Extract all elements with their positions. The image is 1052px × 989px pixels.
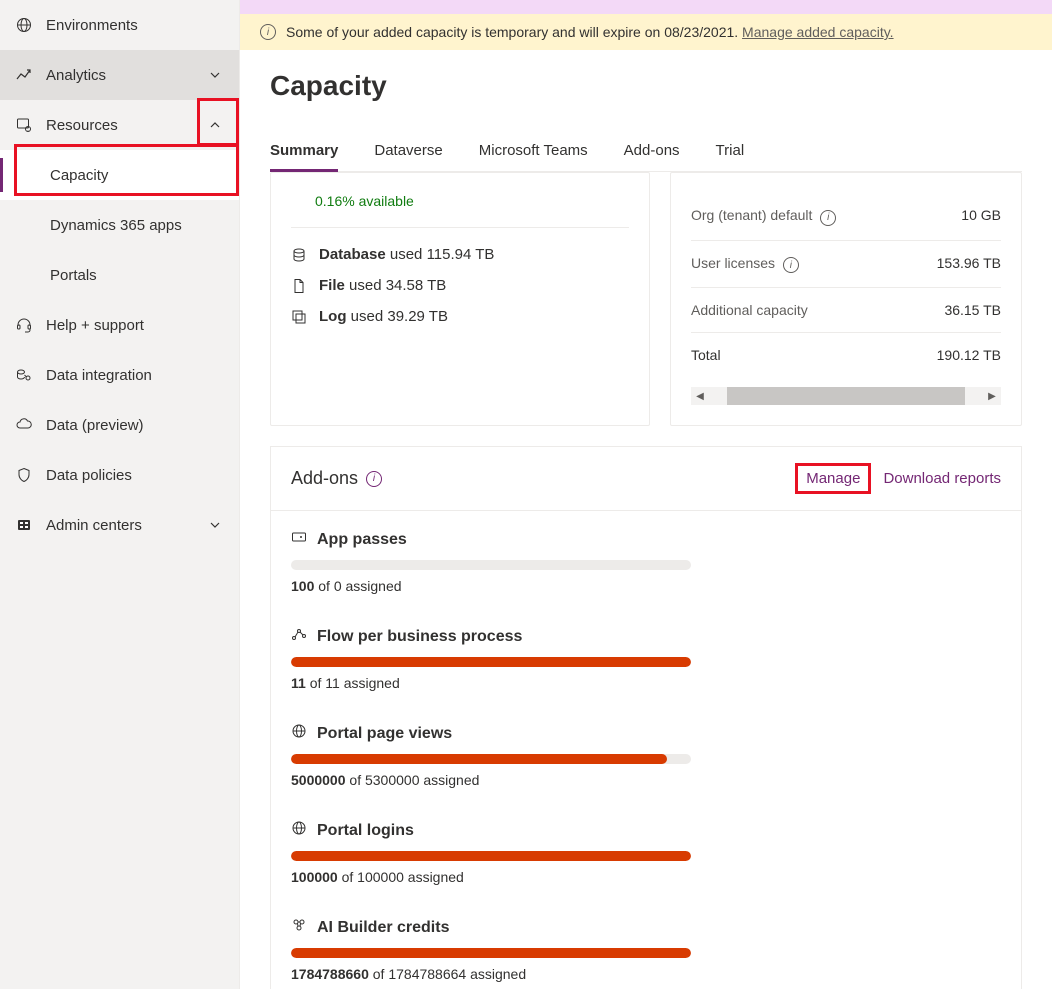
info-row-additional-capacity: Additional capacity 36.15 TB: [691, 288, 1001, 333]
addon-item: AI Builder credits 1784788660 of 17847886…: [271, 899, 1021, 989]
sidebar-label: Data integration: [46, 367, 223, 384]
page-title: Capacity: [270, 70, 1022, 102]
usage-row-log: Log used 39.29 TB: [291, 308, 629, 325]
addon-progress-bar: [291, 851, 691, 861]
info-row-org-default: Org (tenant) default i 10 GB: [691, 193, 1001, 241]
sidebar-label: Resources: [46, 117, 193, 134]
sidebar-sub-label: Capacity: [50, 167, 108, 184]
addon-progress-bar: [291, 560, 691, 570]
tab-microsoft-teams[interactable]: Microsoft Teams: [479, 132, 588, 171]
ai-icon: [291, 917, 307, 938]
sidebar-label: Environments: [46, 17, 223, 34]
addon-progress-bar: [291, 657, 691, 667]
info-icon[interactable]: i: [366, 471, 382, 487]
usage-row-file: File used 34.58 TB: [291, 277, 629, 294]
database-icon: [291, 247, 307, 263]
data-integration-icon: [16, 367, 32, 383]
banner-text: Some of your added capacity is temporary…: [286, 24, 894, 40]
banner-link[interactable]: Manage added capacity.: [742, 24, 894, 40]
analytics-icon: [16, 67, 32, 83]
tab-trial[interactable]: Trial: [716, 132, 745, 171]
tab-summary[interactable]: Summary: [270, 132, 338, 171]
tab-dataverse[interactable]: Dataverse: [374, 132, 442, 171]
sidebar-sub-label: Dynamics 365 apps: [50, 217, 182, 234]
sidebar-item-data-preview[interactable]: Data (preview): [0, 400, 239, 450]
addon-status: 11 of 11 assigned: [291, 675, 1001, 691]
highlight-box-manage: Manage: [795, 463, 871, 494]
chevron-down-icon: [207, 67, 223, 83]
sidebar-item-analytics[interactable]: Analytics: [0, 50, 239, 100]
addon-title: Portal logins: [291, 820, 1001, 841]
info-banner: i Some of your added capacity is tempora…: [240, 14, 1052, 50]
shield-icon: [16, 467, 32, 483]
tabs: Summary Dataverse Microsoft Teams Add-on…: [270, 132, 1022, 172]
chevron-up-icon: [207, 117, 223, 133]
scroll-left-arrow[interactable]: ◀: [691, 387, 709, 405]
addon-item: App passes 100 of 0 assigned: [271, 511, 1021, 608]
purple-banner-strip: [240, 0, 1052, 14]
chevron-down-icon: [207, 517, 223, 533]
sidebar-label: Data (preview): [46, 417, 223, 434]
sidebar-sub-label: Portals: [50, 267, 97, 284]
info-row-user-licenses: User licenses i 153.96 TB: [691, 241, 1001, 289]
usage-row-database: Database used 115.94 TB: [291, 246, 629, 263]
sidebar: Environments Analytics Resources Capacit…: [0, 0, 240, 989]
info-row-total: Total 190.12 TB: [691, 333, 1001, 377]
addon-progress-bar: [291, 754, 691, 764]
addon-progress-bar: [291, 948, 691, 958]
admin-icon: [16, 517, 32, 533]
addons-card: Add-ons i Manage Download reports App pa…: [270, 446, 1022, 989]
globe-icon: [291, 723, 307, 744]
manage-link[interactable]: Manage: [806, 470, 860, 487]
resources-icon: [16, 117, 32, 133]
main-content: i Some of your added capacity is tempora…: [240, 0, 1052, 989]
available-text: 0.16% available: [315, 193, 629, 209]
sidebar-item-data-policies[interactable]: Data policies: [0, 450, 239, 500]
sidebar-item-help[interactable]: Help + support: [0, 300, 239, 350]
addon-status: 100 of 0 assigned: [291, 578, 1001, 594]
addon-item: Portal logins 100000 of 100000 assigned: [271, 802, 1021, 899]
sidebar-item-data-integration[interactable]: Data integration: [0, 350, 239, 400]
addon-status: 1784788660 of 1784788664 assigned: [291, 966, 1001, 982]
sidebar-label: Admin centers: [46, 517, 193, 534]
info-icon: i: [260, 24, 276, 40]
capacity-sources-card: Org (tenant) default i 10 GB User licens…: [670, 172, 1022, 426]
sidebar-item-admin-centers[interactable]: Admin centers: [0, 500, 239, 550]
pass-icon: [291, 529, 307, 550]
info-icon[interactable]: i: [820, 210, 836, 226]
log-icon: [291, 309, 307, 325]
addon-item: Flow per business process 11 of 11 assign…: [271, 608, 1021, 705]
addon-status: 5000000 of 5300000 assigned: [291, 772, 1001, 788]
storage-usage-card: 0.16% available Database used 115.94 TB …: [270, 172, 650, 426]
addon-title: App passes: [291, 529, 1001, 550]
sidebar-label: Analytics: [46, 67, 193, 84]
cloud-icon: [16, 417, 32, 433]
info-icon[interactable]: i: [783, 257, 799, 273]
addons-title: Add-ons i: [291, 468, 382, 489]
sidebar-sub-portals[interactable]: Portals: [0, 250, 239, 300]
sidebar-sub-capacity[interactable]: Capacity: [0, 150, 239, 200]
headset-icon: [16, 317, 32, 333]
addon-title: AI Builder credits: [291, 917, 1001, 938]
sidebar-label: Help + support: [46, 317, 223, 334]
globe-icon: [291, 820, 307, 841]
scroll-right-arrow[interactable]: ▶: [983, 387, 1001, 405]
file-icon: [291, 278, 307, 294]
addon-title: Portal page views: [291, 723, 1001, 744]
globe-icon: [16, 17, 32, 33]
download-reports-link[interactable]: Download reports: [883, 470, 1001, 487]
addon-status: 100000 of 100000 assigned: [291, 869, 1001, 885]
addon-title: Flow per business process: [291, 626, 1001, 647]
sidebar-item-environments[interactable]: Environments: [0, 0, 239, 50]
flow-icon: [291, 626, 307, 647]
sidebar-item-resources[interactable]: Resources: [0, 100, 239, 150]
tab-add-ons[interactable]: Add-ons: [624, 132, 680, 171]
horizontal-scrollbar[interactable]: ◀ ▶: [691, 387, 1001, 405]
sidebar-label: Data policies: [46, 467, 223, 484]
sidebar-sub-dynamics[interactable]: Dynamics 365 apps: [0, 200, 239, 250]
addon-item: Portal page views 5000000 of 5300000 assi…: [271, 705, 1021, 802]
